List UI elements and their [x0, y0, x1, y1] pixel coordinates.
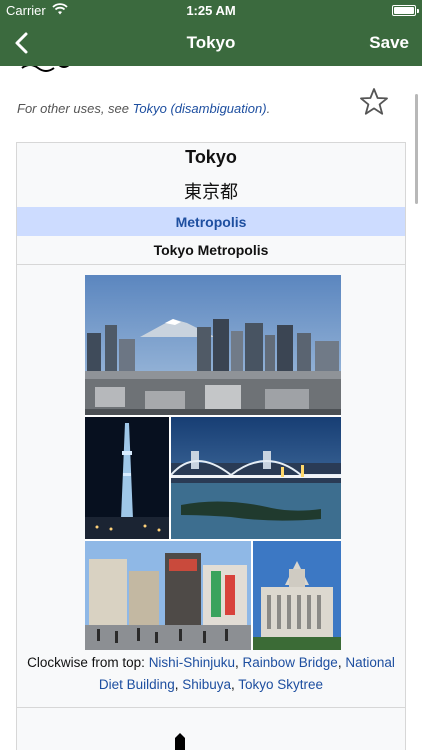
scrollbar[interactable]	[415, 94, 418, 204]
hatnote-suffix: .	[266, 101, 271, 116]
page-title: Tokyo	[186, 33, 236, 52]
caption-link-tokyo-skytree[interactable]: Tokyo Skytree	[238, 677, 323, 692]
montage-caption: Clockwise from top: Nishi-Shinjuku, Rain…	[23, 652, 399, 696]
caption-text: Clockwise from top:	[27, 655, 149, 670]
photo-montage[interactable]	[85, 275, 341, 650]
infobox-type-header[interactable]: Metropolis	[17, 207, 405, 236]
disambiguation-link[interactable]: Tokyo (disambiguation)	[133, 101, 267, 116]
article-heading-fragment	[18, 66, 88, 84]
caption-separator: ,	[234, 655, 243, 670]
hatnote: For other uses, see Tokyo (disambiguatio…	[17, 101, 270, 116]
battery-icon	[392, 5, 419, 16]
divider	[17, 707, 405, 708]
caption-link-rainbow-bridge[interactable]: Rainbow Bridge	[243, 655, 338, 670]
hatnote-text: For other uses, see	[17, 101, 133, 116]
navigation-bar: Tokyo Save	[0, 20, 422, 66]
article-content[interactable]: For other uses, see Tokyo (disambiguatio…	[0, 66, 422, 750]
rainbow-bridge-photo	[171, 417, 341, 539]
clock: 1:25 AM	[186, 3, 236, 18]
status-bar: Carrier 1:25 AM	[0, 0, 422, 20]
star-icon[interactable]	[358, 86, 390, 118]
save-button[interactable]: Save	[369, 33, 409, 53]
national-diet-building-photo	[253, 541, 341, 650]
infobox-native-name: 東京都	[184, 182, 238, 202]
caption-link-nishi-shinjuku[interactable]: Nishi-Shinjuku	[149, 655, 235, 670]
infobox-official-name: Tokyo Metropolis	[153, 242, 269, 258]
caption-link-shibuya[interactable]: Shibuya	[182, 677, 231, 692]
nishi-shinjuku-photo	[85, 275, 341, 415]
flag-image-top	[175, 733, 185, 750]
divider	[17, 264, 405, 265]
infobox-title: Tokyo	[185, 147, 237, 167]
infobox: Tokyo 東京都 Metropolis Tokyo Metropolis Cl…	[16, 142, 406, 750]
tokyo-skytree-photo	[85, 417, 169, 539]
shibuya-photo	[85, 541, 251, 650]
